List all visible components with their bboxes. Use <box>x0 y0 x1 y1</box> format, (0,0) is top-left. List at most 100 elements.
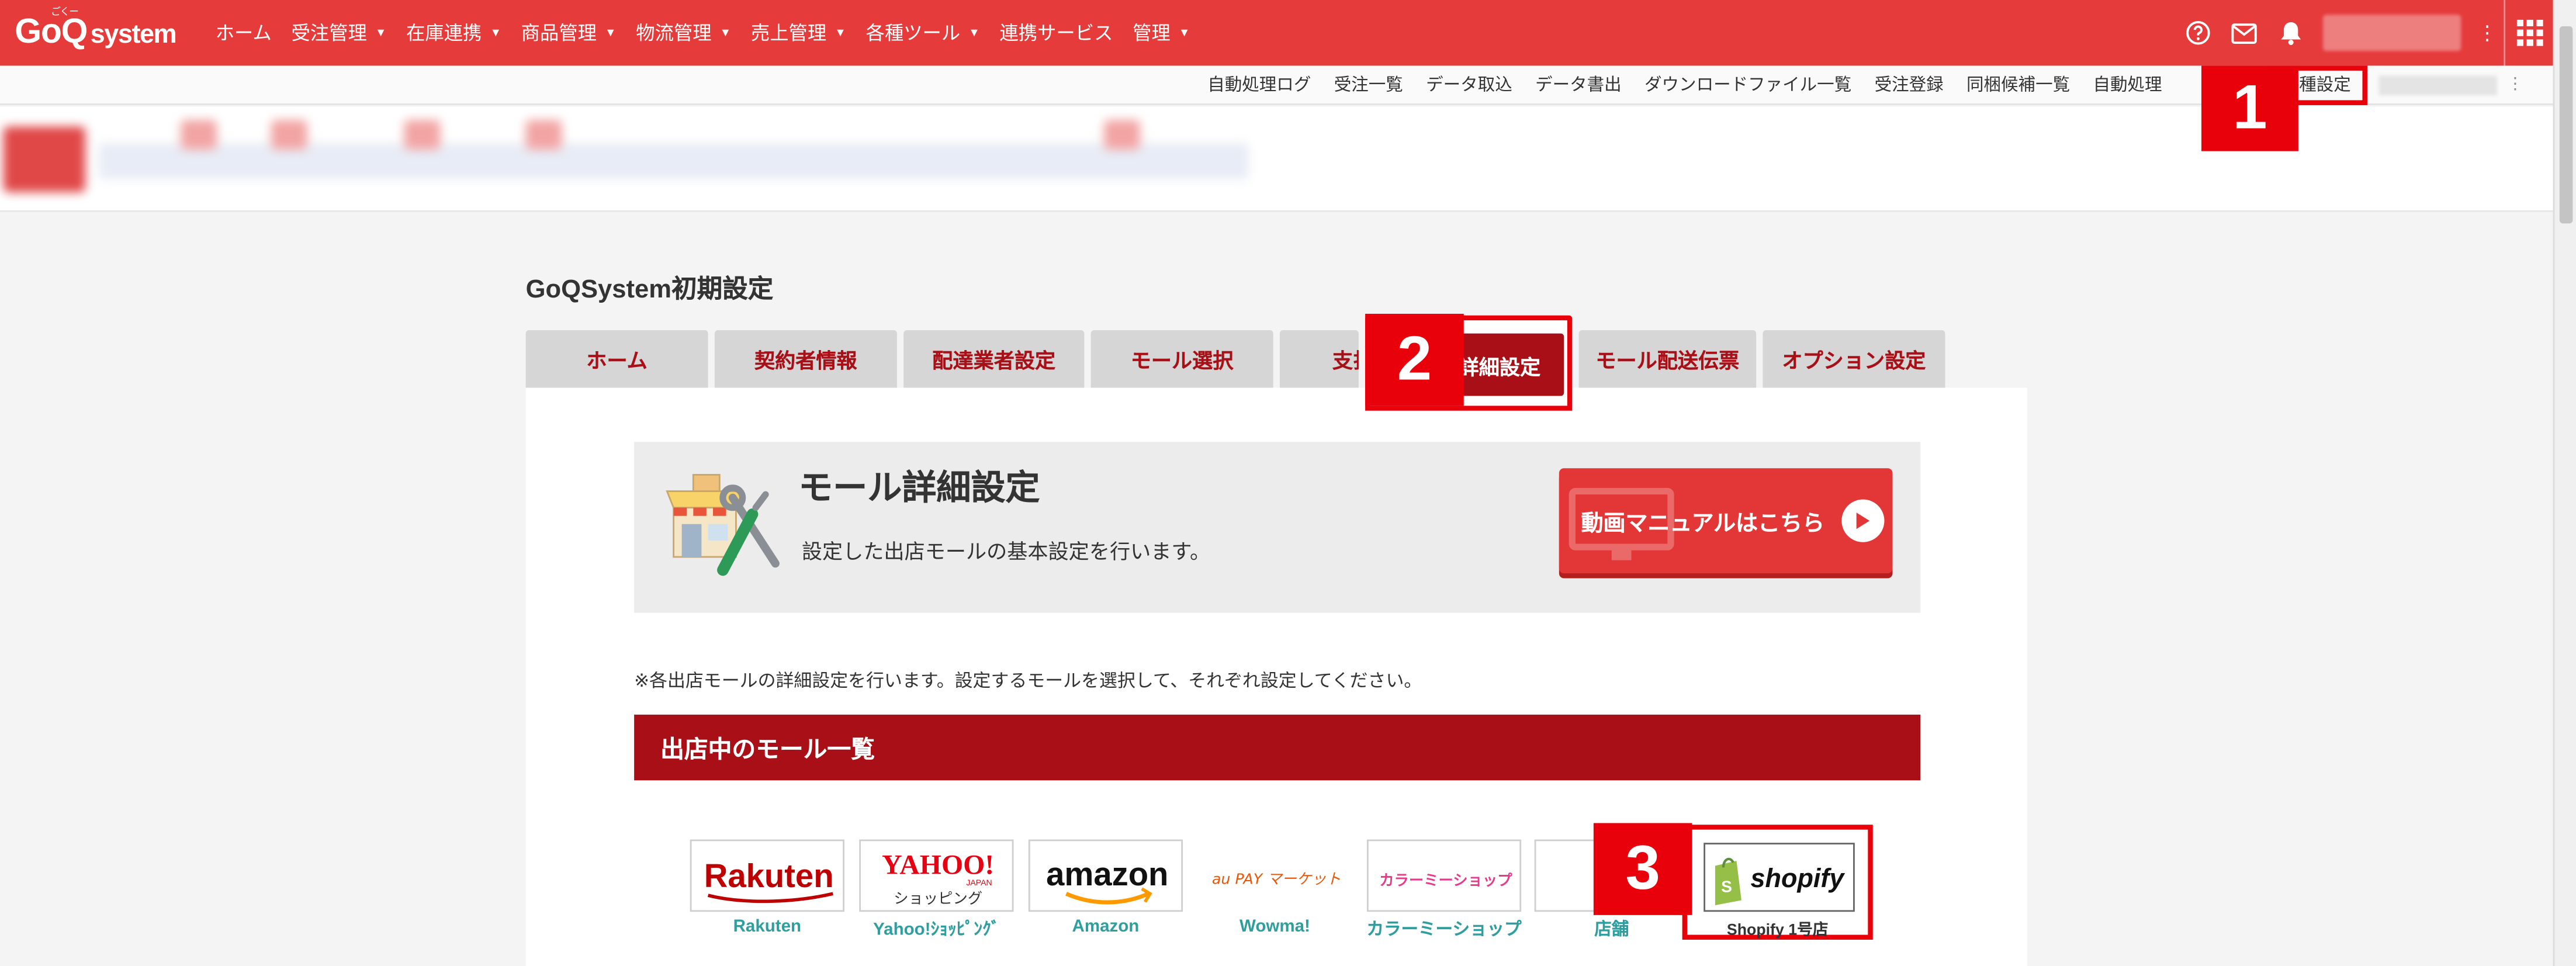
aupay-logo-text: au PAY マーケット <box>1212 870 1341 887</box>
settings-tabs: ホーム契約者情報配達業者設定モール選択支払いモール詳細設定モール配送伝票オプショ… <box>525 315 1945 411</box>
mall-label-yahoo[interactable]: Yahoo!ｼｮｯﾋﾟﾝｸﾞ <box>859 917 1013 941</box>
tab-label: 契約者情報 <box>754 349 857 373</box>
yahoo-logo-sub2: ショッピング <box>894 890 982 907</box>
tab-label: 支払い <box>1332 349 1359 373</box>
menu-item-6[interactable]: 各種ツール ▼ <box>856 20 990 46</box>
blurred-tab-row[interactable] <box>98 143 1249 179</box>
caret-down-icon: ▼ <box>719 27 732 39</box>
mall-tile-colorme[interactable]: カラーミーショップ <box>1366 839 1522 912</box>
user-name-blurred[interactable] <box>2323 15 2461 51</box>
bell-icon[interactable] <box>2267 0 2313 65</box>
grid-icon[interactable] <box>2504 0 2553 66</box>
mall-label-shopify[interactable]: Shopify 1号店 <box>1687 917 1868 940</box>
tab-label: 配達業者設定 <box>932 349 1056 373</box>
blurred-badge <box>271 120 307 150</box>
page-title: GoQSystem初期設定 <box>525 276 774 304</box>
shop-tools-icon <box>660 465 785 590</box>
step-badge-2: 2 <box>1365 313 1464 406</box>
menu-item-1[interactable]: 受注管理 ▼ <box>282 20 397 46</box>
mall-tile-shopify[interactable]: S shopify <box>1704 843 1855 912</box>
rakuten-logo-text: Rakuten <box>704 857 834 894</box>
tab-label: オプション設定 <box>1782 349 1926 373</box>
subnav-item-0[interactable]: 自動処理ログ <box>1196 72 1322 97</box>
hero-description: 設定した出店モールの基本設定を行います。 <box>801 540 1211 564</box>
more-icon[interactable]: ⋮ <box>2507 75 2553 94</box>
shopify-logo-text: shopify <box>1750 863 1845 893</box>
scrollbar-thumb[interactable] <box>2559 26 2573 224</box>
menu-item-label: 売上管理 <box>750 25 827 44</box>
mall-tile-yahoo[interactable]: YAHOO! JAPAN ショッピング <box>859 839 1014 912</box>
tab-label: ホーム <box>586 349 648 373</box>
hero-banner: モール詳細設定 設定した出店モールの基本設定を行います。 動画マニュアルはこちら <box>634 442 1921 613</box>
hero-title: モール詳細設定 <box>798 470 1040 508</box>
yahoo-logo-text: YAHOO! <box>882 850 994 881</box>
subnav-item-6[interactable]: 同梱候補一覧 <box>1955 72 2081 97</box>
menu-item-7[interactable]: 連携サービス <box>990 20 1123 46</box>
help-icon[interactable] <box>2175 0 2221 65</box>
mall-tile-amazon[interactable]: amazon <box>1028 839 1183 912</box>
video-manual-button[interactable]: 動画マニュアルはこちら <box>1559 468 1893 574</box>
logo-ruby: ごくー <box>51 8 79 18</box>
yahoo-logo-sub: JAPAN <box>966 878 992 887</box>
tab-4[interactable]: 支払い <box>1279 330 1359 388</box>
tab-7[interactable]: オプション設定 <box>1763 330 1945 388</box>
menu-item-label: 商品管理 <box>521 25 597 44</box>
menu-item-3[interactable]: 商品管理 ▼ <box>511 20 626 46</box>
blurred-tab-strip <box>0 106 2553 212</box>
subnav-item-4[interactable]: ダウンロードファイル一覧 <box>1633 72 1863 97</box>
subnav-item-3[interactable]: データ書出 <box>1524 72 1633 97</box>
subnav-item-1[interactable]: 受注一覧 <box>1322 72 1414 97</box>
caret-down-icon: ▼ <box>835 27 846 39</box>
sub-nav: 自動処理ログ 受注一覧 データ取込 データ書出 ダウンロードファイル一覧 受注登録 同梱候補… <box>0 65 2553 105</box>
mall-label-colorme[interactable]: カラーミーショップ <box>1347 917 1541 941</box>
logo-main: GoQ <box>15 13 88 51</box>
logo-sub: system <box>90 21 177 50</box>
shopify-highlight-frame: S shopify Shopify 1号店 <box>1682 825 1873 940</box>
tab-1[interactable]: 契約者情報 <box>714 330 897 388</box>
tab-label: モール配送伝票 <box>1595 349 1740 373</box>
menu-item-label: 連携サービス <box>999 25 1113 44</box>
subnav-item-5[interactable]: 受注登録 <box>1863 72 1955 97</box>
menu-item-2[interactable]: 在庫連携 ▼ <box>396 20 511 46</box>
menu-item-0[interactable]: ホーム <box>206 20 282 46</box>
mall-label-rakuten[interactable]: Rakuten <box>690 917 844 937</box>
menu-item-label: ホーム <box>215 25 272 44</box>
mall-label-amazon[interactable]: Amazon <box>1029 917 1183 937</box>
tab-0[interactable]: ホーム <box>525 330 708 388</box>
top-icons: ⋮ <box>2175 0 2553 66</box>
blurred-badge <box>404 120 441 150</box>
more-vertical-icon[interactable]: ⋮ <box>2471 22 2504 44</box>
menu-item-4[interactable]: 物流管理 ▼ <box>626 20 741 46</box>
blurred-badge <box>181 120 217 150</box>
caret-down-icon: ▼ <box>1178 27 1190 39</box>
tab-6[interactable]: モール配送伝票 <box>1578 330 1757 388</box>
tab-label: モール選択 <box>1130 349 1234 373</box>
menu-item-label: 受注管理 <box>291 25 367 44</box>
mall-list-header: 出店中のモール一覧 <box>634 714 1921 781</box>
caret-down-icon: ▼ <box>968 27 980 39</box>
tab-2[interactable]: 配達業者設定 <box>903 330 1085 388</box>
screen: ごくー GoQ system ホーム 受注管理 ▼ 在庫連携 ▼ 商品管理 ▼ 物流管理 ▼ 売上… <box>0 0 2576 966</box>
blurred-tab-active[interactable] <box>3 126 86 192</box>
caret-down-icon: ▼ <box>375 27 387 39</box>
menu-item-5[interactable]: 売上管理 ▼ <box>741 20 856 46</box>
menu-item-8[interactable]: 管理 ▼ <box>1123 20 1200 46</box>
mall-label-wowma[interactable]: Wowma! <box>1197 917 1352 937</box>
menu-item-label: 管理 <box>1133 25 1171 44</box>
mail-icon[interactable] <box>2221 0 2267 65</box>
vertical-scrollbar[interactable] <box>2553 0 2576 966</box>
subnav-item-7[interactable]: 自動処理 <box>2082 72 2173 97</box>
blurred-badge <box>1104 120 1140 150</box>
mall-tile-wowma[interactable]: au PAY マーケット <box>1197 839 1352 912</box>
mall-tile-rakuten[interactable]: Rakuten <box>690 839 844 912</box>
top-bar: ごくー GoQ system ホーム 受注管理 ▼ 在庫連携 ▼ 商品管理 ▼ 物流管理 ▼ 売上… <box>0 0 2553 66</box>
goq-logo[interactable]: ごくー GoQ system <box>15 8 177 52</box>
blurred-badge <box>525 120 562 150</box>
subnav-blurred-item[interactable] <box>2378 74 2498 95</box>
menu-item-label: 在庫連携 <box>406 25 482 44</box>
mall-label-store[interactable]: 店舗 <box>1535 917 1689 941</box>
subnav-item-2[interactable]: データ取込 <box>1414 72 1524 97</box>
caret-down-icon: ▼ <box>490 27 501 39</box>
step-badge-1: 1 <box>2201 65 2298 151</box>
tab-3[interactable]: モール選択 <box>1090 330 1273 388</box>
